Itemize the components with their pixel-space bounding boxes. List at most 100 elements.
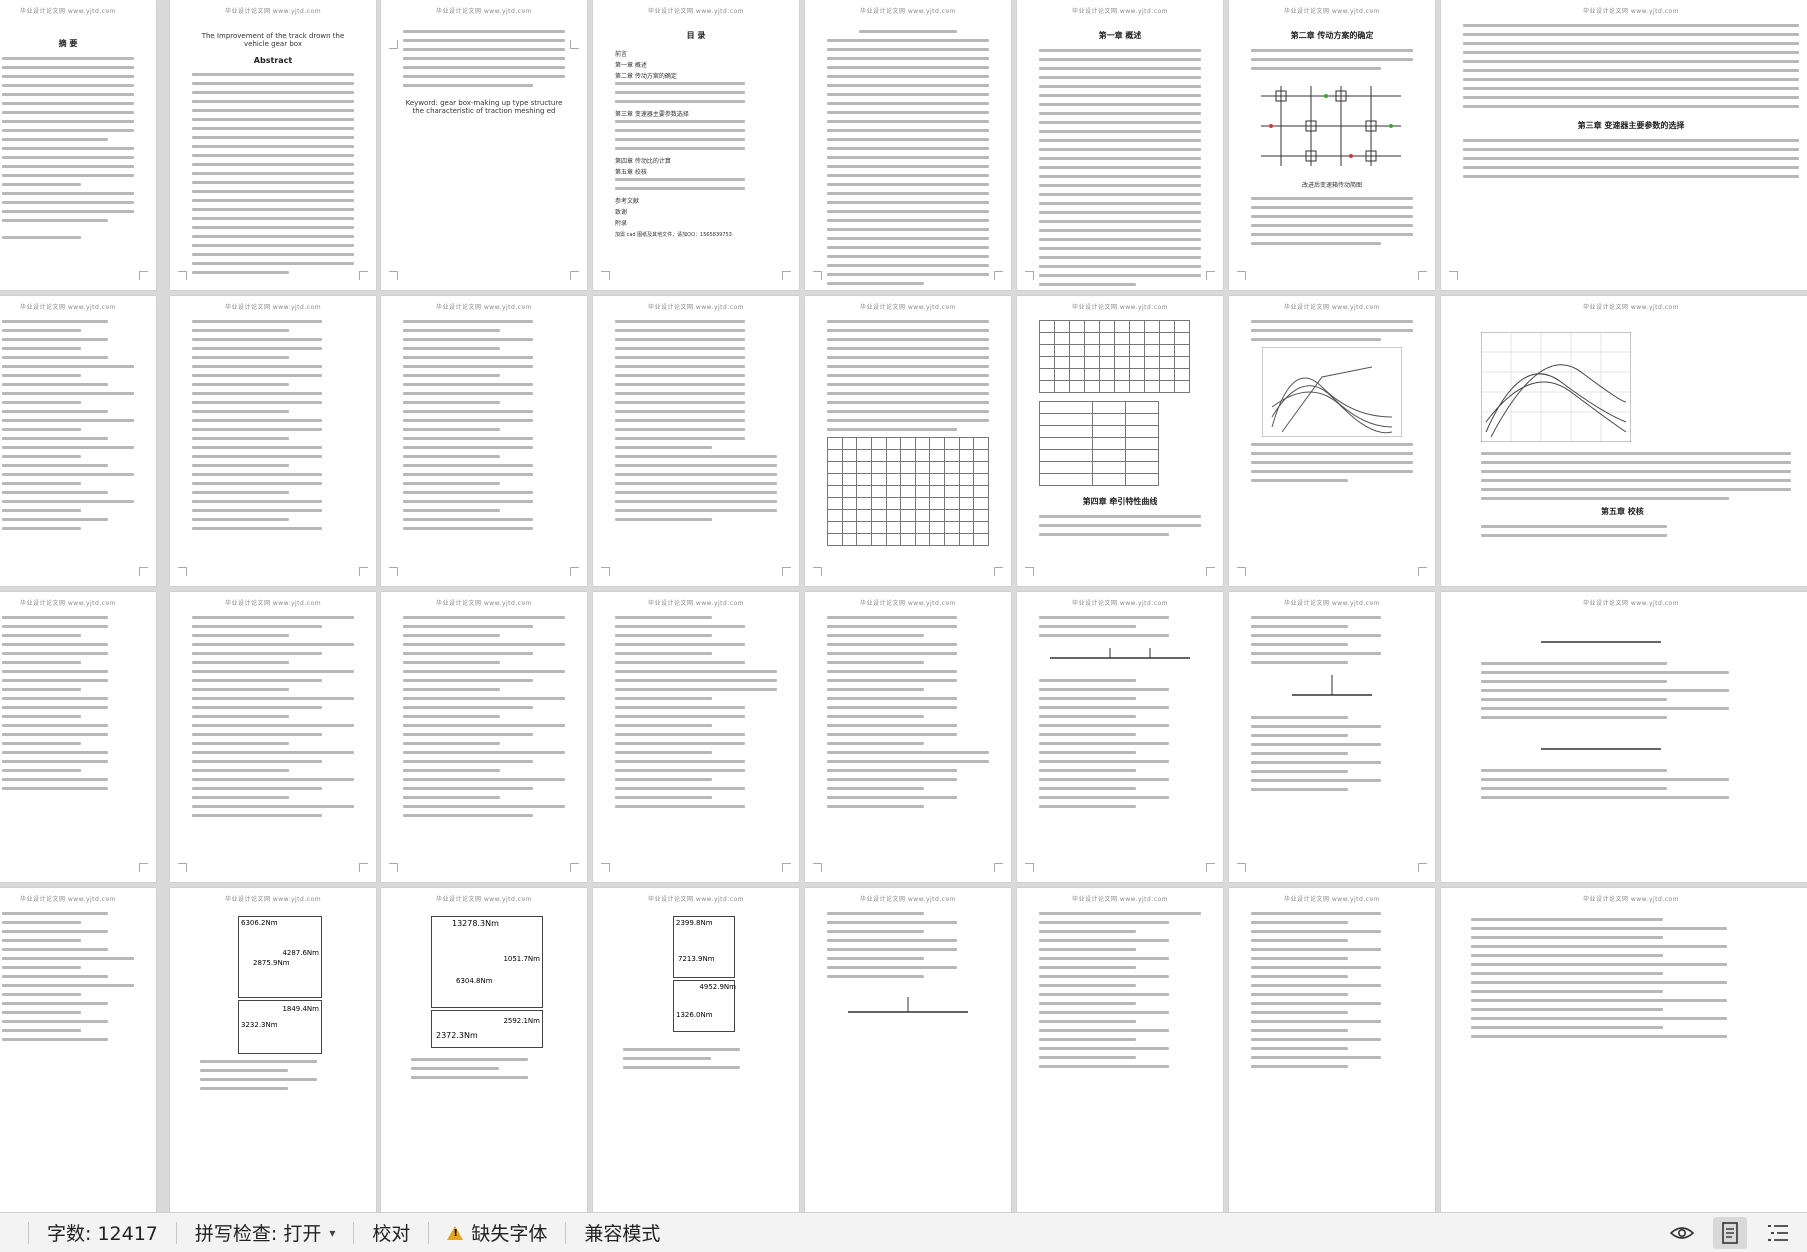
missing-fonts-label: 缺失字体 [471,1223,548,1245]
page-header: 毕业设计论文网 www.yjtd.com [1071,304,1169,311]
page-chapter2[interactable]: 毕业设计论文网 www.yjtd.com 第二章 传动方案的确定 改进后变速箱传… [1229,0,1435,290]
page-chapter1[interactable]: 毕业设计论文网 www.yjtd.com 第一章 概述 [1017,0,1223,290]
page-bearing-4[interactable]: 毕业设计论文网 www.yjtd.com [1441,888,1807,1212]
moment-label: 1849.4Nm [282,1005,319,1013]
toc-footer-note: 加需 cad 图纸及其他文件，请加QQ：1565839753 [615,232,732,238]
moment-label: 1051.7Nm [503,955,540,963]
page-calc-1[interactable]: 毕业设计论文网 www.yjtd.com [0,296,156,586]
page-calc-4[interactable]: 毕业设计论文网 www.yjtd.com [593,296,799,586]
chapter-title: 第五章 校核 [1601,507,1644,516]
toc-entry[interactable]: 第一章 概述 [615,60,777,69]
page-header: 毕业设计论文网 www.yjtd.com [224,8,322,15]
moment-label: 2399.8Nm [676,919,713,927]
page-abstract-cn[interactable]: 毕业设计论文网 www.yjtd.com 摘 要 [0,0,156,290]
abstract-heading: Abstract [253,56,293,65]
toc-entry[interactable]: 第二章 传动方案的确定 [615,71,777,80]
moment-diagram: 3232.3Nm 1849.4Nm [238,1000,322,1054]
proofread-button[interactable]: 校对 [354,1219,428,1246]
page-moment-4[interactable]: 毕业设计论文网 www.yjtd.com 2399.8Nm 7213.9Nm 4… [593,888,799,1212]
traction-grid-figure [1481,332,1631,442]
shaft-diagram [1292,675,1372,696]
page-title: 摘 要 [58,39,78,48]
word-count[interactable]: 字数: 12417 [29,1219,176,1246]
word-count-label: 字数: 12417 [47,1223,158,1245]
page-abstract-en[interactable]: 毕业设计论文网 www.yjtd.com The Improvement of … [170,0,376,290]
page-table-2[interactable]: 毕业设计论文网 www.yjtd.com 第四章 牵引特性曲线 [1017,296,1223,586]
toc-entry[interactable]: 第三章 变速器主要参数选择 [615,109,777,118]
page-header: 毕业设计论文网 www.yjtd.com [1283,8,1381,15]
page-check-3[interactable]: 毕业设计论文网 www.yjtd.com [381,592,587,882]
page-traction-chart-1[interactable]: 毕业设计论文网 www.yjtd.com [1229,296,1435,586]
moment-diagram: 13278.3Nm 1051.7Nm 6304.8Nm [431,916,543,1008]
shaft-diagram [1050,648,1190,659]
page-title: The Improvement of the track drown the v… [201,32,345,48]
page-preface[interactable]: 毕业设计论文网 www.yjtd.com [805,0,1011,290]
moment-label: 1326.0Nm [676,1011,713,1019]
page-check-5[interactable]: 毕业设计论文网 www.yjtd.com [805,592,1011,882]
page-header: 毕业设计论文网 www.yjtd.com [1071,8,1169,15]
page-header: 毕业设计论文网 www.yjtd.com [1582,304,1680,311]
missing-fonts-button[interactable]: 缺失字体 [429,1219,565,1246]
page-moment-1[interactable]: 毕业设计论文网 www.yjtd.com [0,888,156,1212]
page-bearing-3[interactable]: 毕业设计论文网 www.yjtd.com [1229,888,1435,1212]
traction-curve-figure [1262,347,1402,437]
spell-check-label: 拼写检查: 打开 [194,1223,322,1245]
keywords-en: Keyword: gear box-making up type structu… [405,99,563,115]
reading-mode-button[interactable] [1665,1217,1699,1249]
page-header: 毕业设计论文网 www.yjtd.com [435,8,533,15]
toc-entry[interactable]: 第四章 传动比的计算 [615,156,777,165]
toc-entry[interactable]: 附录 [615,218,777,227]
bearing-diagram [848,997,968,1013]
page-calc-2[interactable]: 毕业设计论文网 www.yjtd.com [170,296,376,586]
page-shaft-check-2[interactable]: 毕业设计论文网 www.yjtd.com [1229,592,1435,882]
moment-label: 4287.6Nm [282,949,319,957]
status-bar: 字数: 12417 拼写检查: 打开 ▾ 校对 缺失字体 兼容模式 [0,1212,1807,1252]
moment-label: 4952.9Nm [699,983,736,991]
toc-entry[interactable]: 前言 [615,49,777,58]
page-header: 毕业设计论文网 www.yjtd.com [19,896,117,903]
page-header: 毕业设计论文网 www.yjtd.com [1582,600,1680,607]
page-table-1[interactable]: 毕业设计论文网 www.yjtd.com [805,296,1011,586]
moment-label: 6304.8Nm [456,977,493,985]
page-check-1[interactable]: 毕业设计论文网 www.yjtd.com [0,592,156,882]
params-table [1039,401,1159,486]
page-header: 毕业设计论文网 www.yjtd.com [224,600,322,607]
moment-diagram: 4952.9Nm 1326.0Nm [673,980,736,1032]
gearbox-diagram [1261,86,1401,166]
page-toc[interactable]: 毕业设计论文网 www.yjtd.com 目 录 前言 第一章 概述 第二章 传… [593,0,799,290]
page-moment-2[interactable]: 毕业设计论文网 www.yjtd.com 6306.2Nm 4287.6Nm 2… [170,888,376,1212]
outline-view-button[interactable] [1761,1217,1795,1249]
compat-mode-indicator: 兼容模式 [566,1219,678,1246]
page-header: 毕业设计论文网 www.yjtd.com [1283,600,1381,607]
page-check-4[interactable]: 毕业设计论文网 www.yjtd.com [593,592,799,882]
moment-label: 13278.3Nm [452,919,499,928]
moment-diagram: 2592.1Nm 2372.3Nm [431,1010,543,1048]
page-check-2[interactable]: 毕业设计论文网 www.yjtd.com [170,592,376,882]
page-bearing-1[interactable]: 毕业设计论文网 www.yjtd.com [805,888,1011,1212]
page-header: 毕业设计论文网 www.yjtd.com [859,304,957,311]
page-bearing-2[interactable]: 毕业设计论文网 www.yjtd.com [1017,888,1223,1212]
data-table [827,437,989,546]
page-header: 毕业设计论文网 www.yjtd.com [435,600,533,607]
page-view-button[interactable] [1713,1216,1747,1249]
warning-icon [447,1225,464,1240]
document-canvas[interactable]: 毕业设计论文网 www.yjtd.com 摘 要 毕业设计论文网 www.yjt… [0,0,1807,1212]
page-shaft-check-3[interactable]: 毕业设计论文网 www.yjtd.com [1441,592,1807,882]
page-traction-chart-2[interactable]: 毕业设计论文网 www.yjtd.com 第五章 校核 [1441,296,1807,586]
data-table [1039,320,1190,393]
page-title: 目 录 [686,31,706,40]
page-chapter3[interactable]: 毕业设计论文网 www.yjtd.com 第三章 变速器主要参数的选择 [1441,0,1807,290]
page-shaft-check-1[interactable]: 毕业设计论文网 www.yjtd.com [1017,592,1223,882]
chapter-title: 第四章 牵引特性曲线 [1082,497,1158,506]
moment-label: 2875.9Nm [253,959,290,967]
page-abstract-en-cont[interactable]: 毕业设计论文网 www.yjtd.com Keyword: gear box-m… [381,0,587,290]
spell-check-toggle[interactable]: 拼写检查: 打开 ▾ [177,1219,353,1246]
page-header: 毕业设计论文网 www.yjtd.com [859,896,957,903]
page-header: 毕业设计论文网 www.yjtd.com [647,600,745,607]
page-calc-3[interactable]: 毕业设计论文网 www.yjtd.com [381,296,587,586]
page-moment-3[interactable]: 毕业设计论文网 www.yjtd.com 13278.3Nm 1051.7Nm … [381,888,587,1212]
toc-entry[interactable]: 参考文献 [615,196,777,205]
chapter-title: 第一章 概述 [1098,31,1142,40]
toc-entry[interactable]: 致谢 [615,207,777,216]
toc-entry[interactable]: 第五章 校核 [615,167,777,176]
